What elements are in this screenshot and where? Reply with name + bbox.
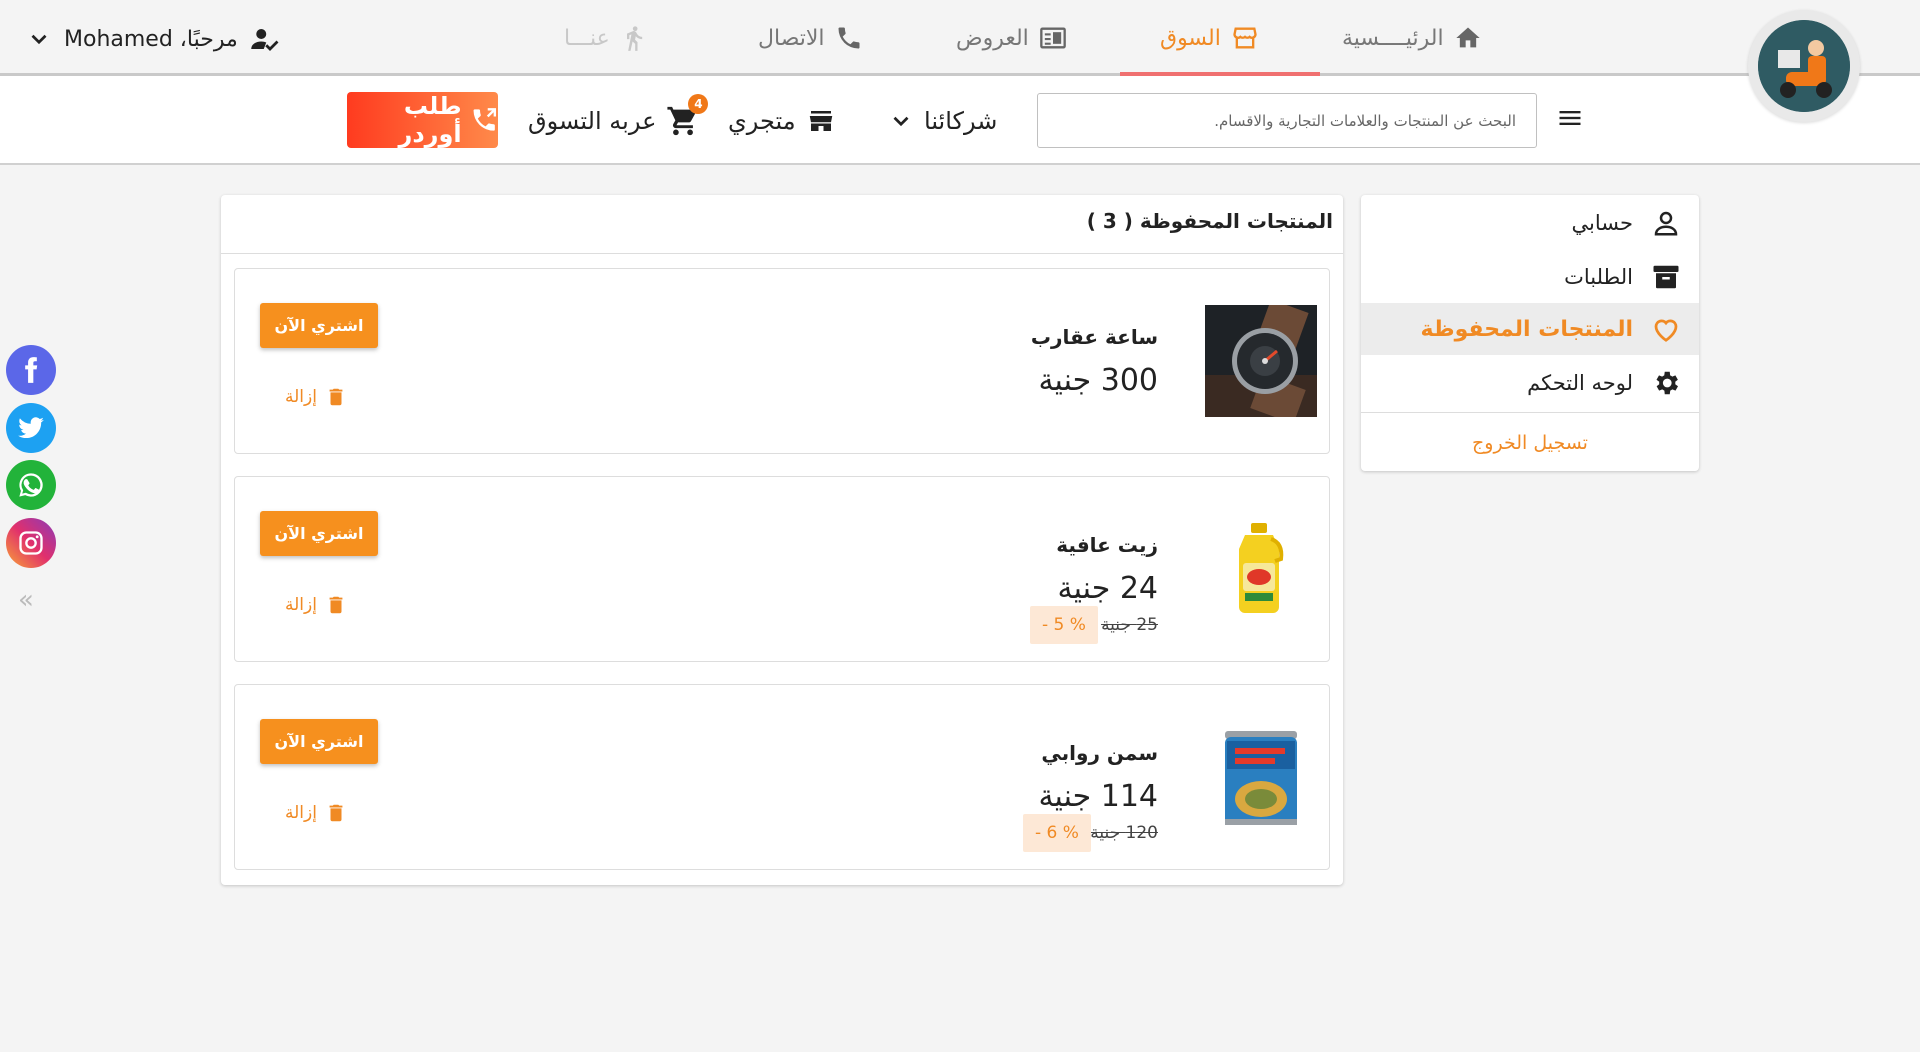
my-store-link[interactable]: متجري — [728, 100, 836, 142]
sidebar-item-dashboard-label: لوحه التحكم — [1527, 371, 1633, 395]
trash-icon — [329, 804, 343, 822]
trash-icon — [329, 596, 343, 614]
walk-icon — [626, 26, 642, 51]
newspaper-icon — [1039, 27, 1066, 49]
nav-about-label: عنـــا — [564, 25, 610, 51]
remove-button[interactable]: إزالة — [285, 384, 347, 410]
whatsapp-icon — [19, 473, 43, 497]
nav-about[interactable]: عنـــا — [564, 0, 648, 76]
partners-dropdown[interactable]: شركائنا — [888, 100, 997, 142]
logout-link[interactable]: تسجيل الخروج — [1361, 423, 1699, 463]
buy-now-button[interactable]: اشتري الآن — [260, 303, 378, 348]
storefront-icon — [809, 111, 832, 131]
whatsapp-link[interactable] — [6, 460, 56, 510]
place-order-label: طلب أوردر — [398, 92, 462, 148]
remove-label: إزالة — [285, 387, 317, 407]
remove-label: إزالة — [285, 803, 317, 823]
remove-button[interactable]: إزالة — [285, 592, 347, 618]
product-name[interactable]: ساعة عقارب — [1031, 325, 1158, 349]
nav-home-label: الرئيــــسية — [1342, 25, 1444, 51]
twitter-icon — [18, 417, 44, 439]
archive-icon — [1653, 265, 1679, 289]
sidebar-item-saved-products[interactable]: المنتجات المحفوظة — [1361, 303, 1699, 355]
phone-call-icon — [473, 108, 496, 131]
hamburger-menu-icon[interactable] — [1556, 104, 1584, 132]
my-store-label: متجري — [728, 107, 796, 135]
discount-badge: % 5 - — [1030, 606, 1098, 644]
chevron-down-icon — [893, 116, 909, 127]
instagram-icon — [19, 531, 43, 555]
facebook-link[interactable] — [6, 345, 56, 395]
facebook-icon — [25, 357, 38, 383]
product-price: 114 جنية — [1038, 779, 1158, 814]
nav-contact-label: الاتصال — [758, 25, 825, 51]
buy-now-button[interactable]: اشتري الآن — [260, 511, 378, 556]
account-sidebar: حسابي الطلبات المنتجات المحفوظة لوحه الت… — [1361, 195, 1699, 471]
user-menu[interactable]: مرحبًا، Mohamed — [26, 22, 280, 56]
site-logo[interactable] — [1748, 10, 1860, 122]
user-greeting: مرحبًا، Mohamed — [64, 26, 238, 52]
cart-label: عربه التسوق — [528, 107, 657, 135]
remove-button[interactable]: إزالة — [285, 800, 347, 826]
saved-products-panel: المنتجات المحفوظة ( 3 ) ساعة عقارب 300 ج… — [221, 195, 1343, 885]
phone-icon — [838, 27, 860, 49]
heart-icon — [1654, 319, 1678, 342]
chevron-down-icon — [31, 34, 47, 45]
product-price: 300 جنية — [1038, 363, 1158, 398]
cart-link[interactable]: 4 عربه التسوق — [528, 94, 709, 142]
sidebar-item-dashboard[interactable]: لوحه التحكم — [1361, 357, 1699, 409]
discount-badge: % 6 - — [1023, 814, 1091, 852]
nav-market[interactable]: السوق — [1160, 0, 1259, 76]
user-icon — [1654, 211, 1678, 236]
cart-icon-wrap: 4 — [666, 94, 709, 138]
trash-icon — [329, 388, 343, 406]
partners-label: شركائنا — [924, 107, 998, 135]
saved-product-card: زيت عافية 24 جنية 25 جنية % 5 - اشتري ال… — [234, 476, 1330, 662]
product-image[interactable] — [1205, 305, 1317, 417]
gear-icon — [1656, 371, 1678, 395]
collapse-social-icon[interactable]: « — [18, 585, 34, 615]
sidebar-divider — [1361, 412, 1699, 413]
product-image[interactable] — [1205, 513, 1317, 625]
nav-home[interactable]: الرئيــــسية — [1342, 0, 1482, 76]
home-icon — [1455, 27, 1480, 48]
remove-label: إزالة — [285, 595, 317, 615]
nav-contact[interactable]: الاتصال — [758, 0, 863, 76]
product-name[interactable]: سمن روابي — [1041, 741, 1158, 765]
instagram-link[interactable] — [6, 518, 56, 568]
sidebar-item-account-label: حسابي — [1571, 211, 1633, 235]
product-price: 24 جنية — [1057, 571, 1158, 606]
user-check-icon — [251, 29, 279, 51]
product-old-price: 120 جنية — [1090, 823, 1158, 843]
twitter-link[interactable] — [6, 403, 56, 453]
nav-offers-label: العروض — [956, 25, 1029, 51]
nav-offers[interactable]: العروض — [956, 0, 1067, 76]
saved-product-card: سمن روابي 114 جنية 120 جنية % 6 - اشتري … — [234, 684, 1330, 870]
sidebar-item-orders[interactable]: الطلبات — [1361, 251, 1699, 303]
product-image[interactable] — [1205, 721, 1317, 833]
sidebar-item-account[interactable]: حسابي — [1361, 197, 1699, 249]
sidebar-item-saved-products-label: المنتجات المحفوظة — [1420, 316, 1634, 342]
saved-product-card: ساعة عقارب 300 جنية اشتري الآن إزالة — [234, 268, 1330, 454]
logo-image — [1758, 20, 1850, 112]
sidebar-item-orders-label: الطلبات — [1564, 265, 1633, 289]
panel-title: المنتجات المحفوظة ( 3 ) — [1086, 209, 1333, 233]
panel-divider — [221, 253, 1343, 254]
nav-market-label: السوق — [1160, 25, 1221, 51]
buy-now-button[interactable]: اشتري الآن — [260, 719, 378, 764]
store-icon — [1233, 27, 1257, 49]
place-order-button[interactable]: طلب أوردر — [347, 92, 498, 148]
product-name[interactable]: زيت عافية — [1056, 533, 1158, 557]
product-old-price: 25 جنية — [1101, 615, 1158, 635]
search-input[interactable] — [1037, 93, 1537, 148]
